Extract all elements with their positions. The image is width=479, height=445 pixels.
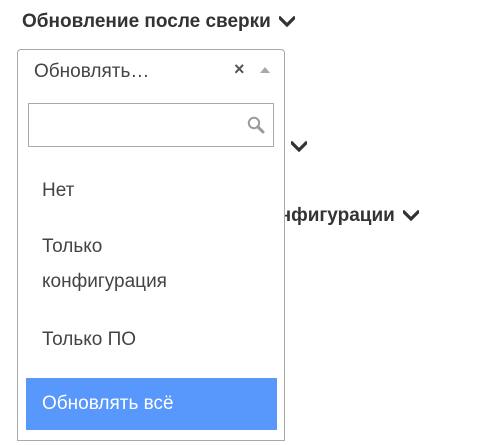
- option-label: Только конфигурация: [42, 236, 167, 292]
- section-heading-label: Обновление после сверки: [22, 11, 271, 32]
- dropdown-search-input[interactable]: [29, 104, 239, 146]
- section-heading-configuration[interactable]: онфигурации: [268, 206, 419, 225]
- chevron-down-icon: [278, 16, 295, 27]
- option-config-only[interactable]: Только конфигурация: [26, 229, 277, 299]
- option-none[interactable]: Нет: [26, 173, 277, 208]
- select-selected-value: Обновлять…: [34, 61, 150, 82]
- update-mode-select[interactable]: Обновлять… ×: [17, 49, 285, 94]
- section-heading-label: онфигурации: [268, 205, 395, 226]
- search-icon: [246, 115, 266, 135]
- select-dropdown: Нет Только конфигурация Только ПО Обновл…: [17, 93, 285, 441]
- option-po-only[interactable]: Только ПО: [26, 322, 277, 357]
- chevron-down-icon: [290, 141, 307, 152]
- chevron-down-icon: [402, 210, 419, 221]
- dropdown-search-box: [28, 103, 274, 147]
- option-update-all[interactable]: Обновлять всё: [26, 378, 277, 430]
- arrow-up-icon[interactable]: [260, 67, 270, 73]
- section-heading-update-after-reconcile[interactable]: Обновление после сверки: [22, 12, 295, 31]
- clear-icon[interactable]: ×: [234, 59, 245, 80]
- stage: Обновление после сверки О онфигурации Об…: [0, 0, 479, 445]
